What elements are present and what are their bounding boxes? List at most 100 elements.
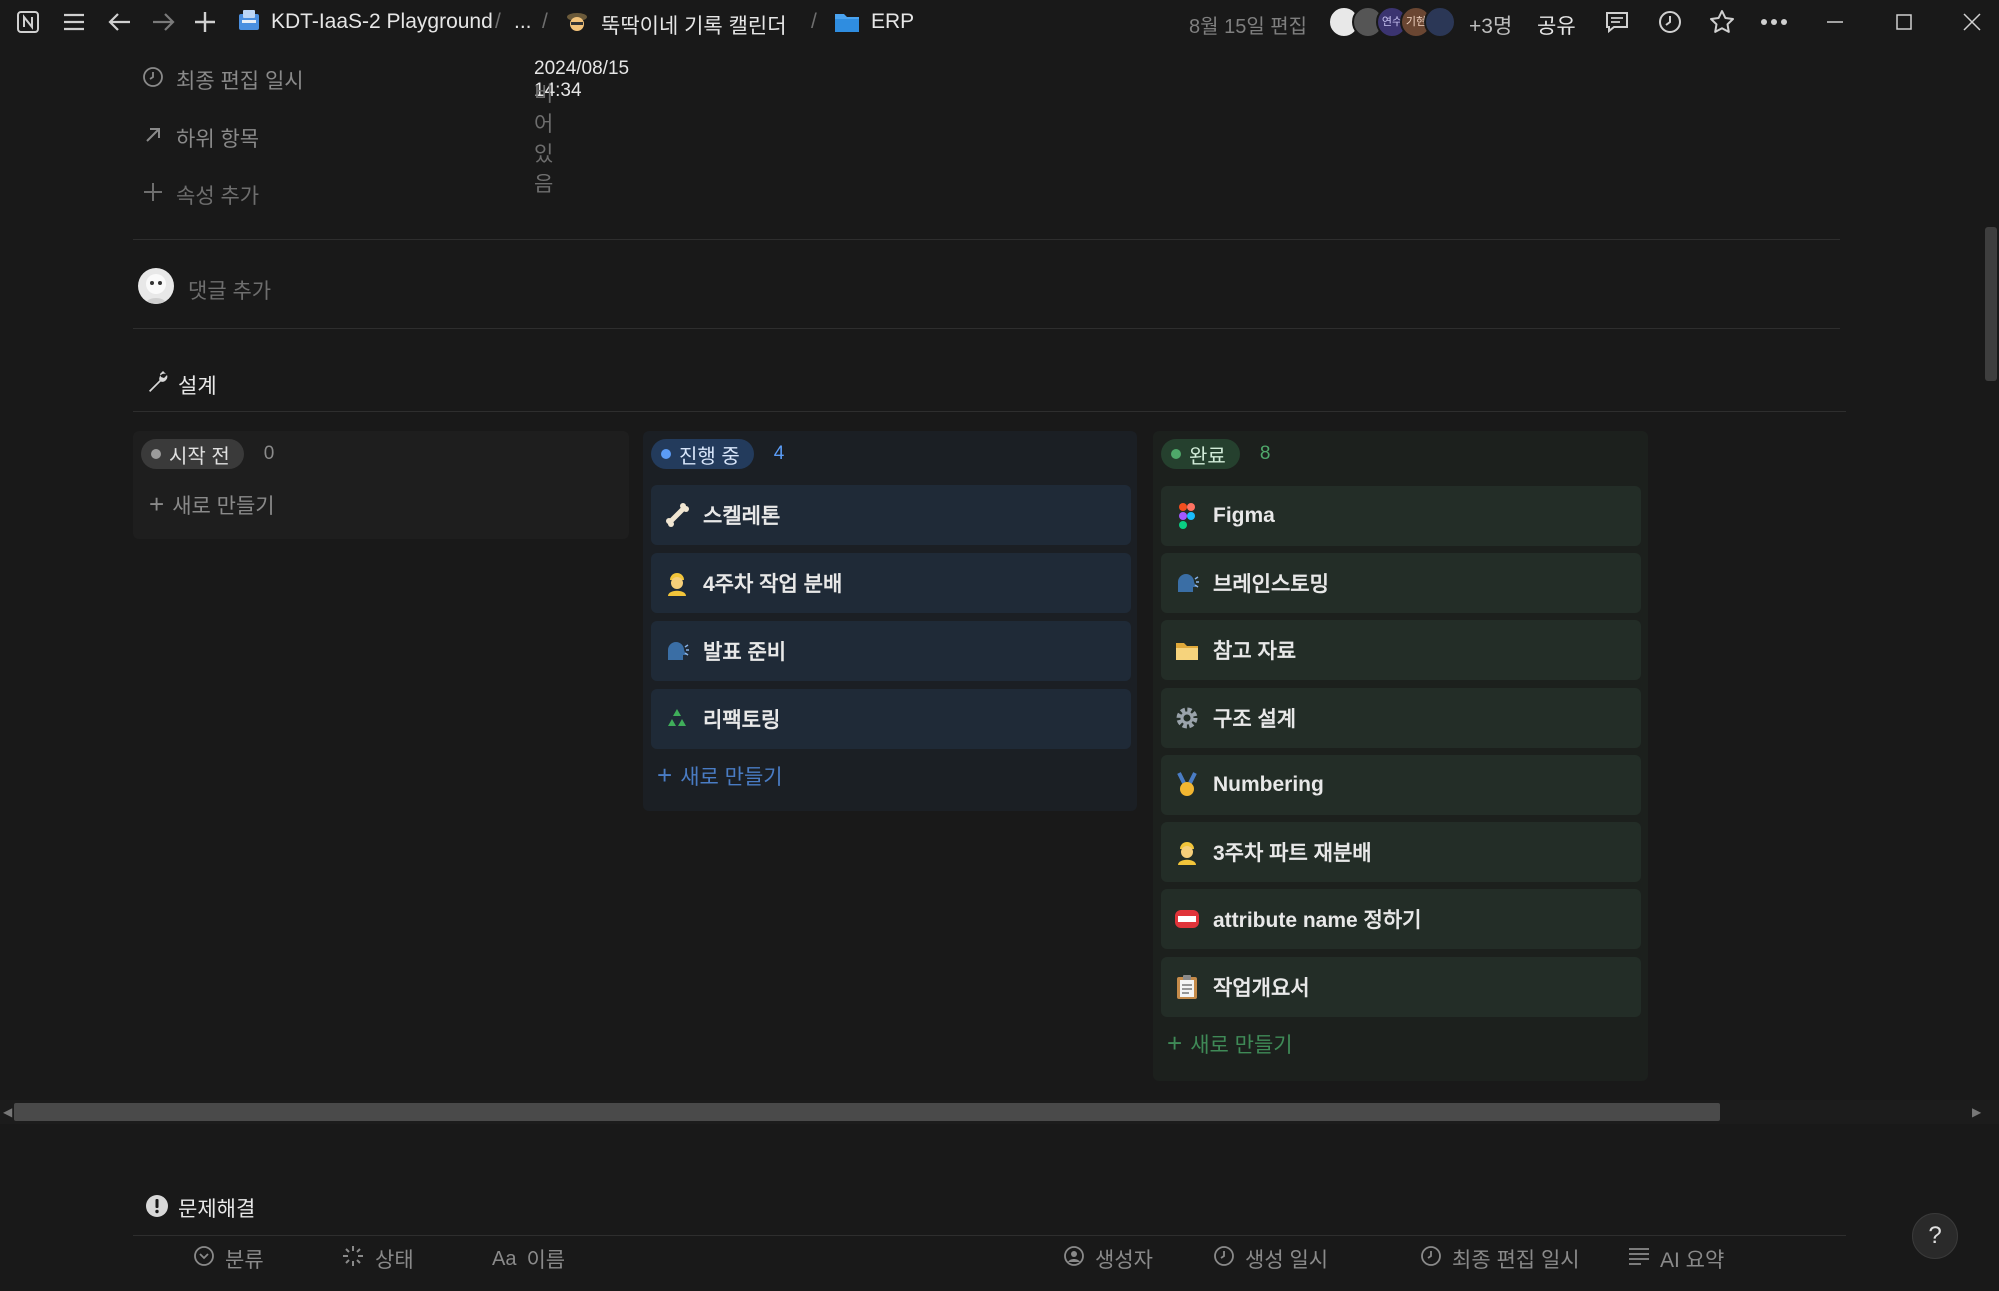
breadcrumb-calendar[interactable]: 뚝딱이네 기록 캘린더 — [601, 10, 787, 40]
person-circle-icon — [1063, 1245, 1085, 1273]
status-badge[interactable]: 완료 — [1161, 439, 1240, 469]
board-card[interactable]: 발표 준비 — [651, 621, 1131, 681]
table-header-ai-summary[interactable]: AI 요약 — [1628, 1244, 1724, 1274]
clock-icon — [1213, 1245, 1235, 1273]
comment-input[interactable]: 댓글 추가 — [188, 275, 271, 305]
share-button[interactable]: 공유 — [1537, 10, 1576, 40]
plus-icon — [140, 182, 166, 208]
add-property-button[interactable]: 속성 추가 — [140, 175, 259, 215]
menu-icon[interactable] — [58, 6, 90, 38]
vertical-scrollbar-thumb[interactable] — [1985, 227, 1997, 381]
speaking-head-icon — [1173, 569, 1201, 597]
breadcrumb-separator: / — [495, 10, 501, 33]
spy-emoji-icon — [564, 8, 590, 34]
board-card[interactable]: Numbering — [1161, 755, 1641, 815]
avatar — [138, 268, 174, 304]
horizontal-scrollbar-thumb[interactable] — [14, 1103, 1720, 1121]
status-dot — [1171, 449, 1181, 459]
table-header-last-edited[interactable]: 최종 편집 일시 — [1420, 1244, 1580, 1274]
more-dots-icon[interactable] — [1758, 6, 1790, 38]
board-card[interactable]: 리팩토링 — [651, 689, 1131, 749]
board-card[interactable]: attribute name 정하기 — [1161, 889, 1641, 949]
more-people-count[interactable]: +3명 — [1469, 10, 1512, 40]
board-column-in-progress: 진행 중 4 스켈레톤 4주차 작업 분배 발표 준비 리팩토링 + 새로 만들… — [643, 431, 1137, 811]
board-column-done: 완료 8 Figma 브레인스토밍 참고 자료 구조 설계 Numbering — [1153, 431, 1648, 1081]
help-button[interactable]: ? — [1912, 1213, 1958, 1259]
board-card[interactable]: 4주차 작업 분배 — [651, 553, 1131, 613]
breadcrumb-workspace[interactable]: KDT-IaaS-2 Playground — [271, 10, 493, 34]
board-card[interactable]: 구조 설계 — [1161, 688, 1641, 748]
divider — [133, 239, 1840, 240]
board-card[interactable]: 작업개요서 — [1161, 957, 1641, 1017]
column-count: 8 — [1259, 443, 1271, 464]
worker-icon — [663, 569, 691, 597]
table-header-name[interactable]: Aa 이름 — [492, 1244, 565, 1274]
minimize-window-icon[interactable] — [1819, 6, 1851, 38]
divider — [133, 1235, 1846, 1236]
breadcrumb-erp[interactable]: ERP — [871, 10, 914, 34]
forward-arrow-icon[interactable] — [147, 6, 179, 38]
medal-icon — [1173, 771, 1201, 799]
scroll-left-arrow-icon[interactable]: ◀ — [3, 1105, 12, 1119]
property-last-edited[interactable]: 최종 편집 일시 2024/08/15 14:34 — [140, 58, 629, 101]
comment-icon[interactable] — [1601, 6, 1633, 38]
clock-icon — [140, 66, 166, 94]
table-header-creator[interactable]: 생성자 — [1063, 1244, 1153, 1274]
avatar[interactable] — [1424, 6, 1456, 38]
maximize-window-icon[interactable] — [1888, 6, 1920, 38]
property-value-empty[interactable]: 비어 있음 — [534, 78, 553, 198]
board-card[interactable]: 참고 자료 — [1161, 620, 1641, 680]
clipboard-icon — [1173, 973, 1201, 1001]
new-card-button[interactable]: + 새로 만들기 — [657, 760, 783, 791]
board-card[interactable]: 스켈레톤 — [651, 485, 1131, 545]
text-lines-icon — [1628, 1247, 1650, 1271]
chevron-circle-icon — [193, 1245, 215, 1273]
breadcrumb-ellipsis[interactable]: ... — [514, 10, 532, 34]
new-card-button[interactable]: + 새로 만들기 — [1167, 1028, 1293, 1059]
folder-icon — [833, 10, 861, 34]
table-header-status[interactable]: 상태 — [341, 1244, 414, 1274]
history-clock-icon[interactable] — [1654, 6, 1686, 38]
divider — [133, 328, 1840, 329]
divider — [133, 411, 1846, 412]
name-badge-icon — [1173, 905, 1201, 933]
clock-icon — [1420, 1245, 1442, 1273]
breadcrumb-separator: / — [542, 10, 548, 33]
column-header: 진행 중 4 — [651, 439, 784, 469]
new-card-button[interactable]: + 새로 만들기 — [149, 489, 275, 520]
property-label: 하위 항목 — [176, 128, 260, 151]
workspace-icon — [236, 8, 262, 34]
plus-icon: + — [1167, 1028, 1183, 1058]
column-count: 0 — [263, 443, 275, 464]
text-type-icon: Aa — [492, 1247, 517, 1270]
board-card[interactable]: 브레인스토밍 — [1161, 553, 1641, 613]
section-title-design[interactable]: 설계 — [178, 370, 217, 400]
status-badge[interactable]: 시작 전 — [141, 439, 244, 469]
loading-sparkle-icon — [341, 1244, 365, 1274]
arrow-up-right-icon — [140, 125, 166, 151]
folder-icon — [1173, 636, 1201, 664]
close-window-icon[interactable] — [1956, 6, 1988, 38]
top-bar: KDT-IaaS-2 Playground / ... / 뚝딱이네 기록 캘린… — [0, 0, 1999, 44]
table-header-created[interactable]: 생성 일시 — [1213, 1244, 1328, 1274]
column-header: 완료 8 — [1161, 439, 1270, 469]
property-label: 최종 편집 일시 — [176, 70, 304, 93]
breadcrumb-separator: / — [811, 10, 817, 33]
column-count: 4 — [773, 443, 785, 464]
worker-icon — [1173, 838, 1201, 866]
new-page-plus-icon[interactable] — [189, 6, 221, 38]
board-card[interactable]: 3주차 파트 재분배 — [1161, 822, 1641, 882]
section-title-problem[interactable]: 문제해결 — [178, 1193, 255, 1223]
plus-icon: + — [149, 489, 165, 519]
notion-logo-icon[interactable] — [12, 6, 44, 38]
property-sub-items[interactable]: 하위 항목 비어 있음 — [140, 83, 553, 196]
star-icon[interactable] — [1706, 6, 1738, 38]
speaking-head-icon — [663, 637, 691, 665]
table-header-category[interactable]: 분류 — [193, 1244, 264, 1274]
board-column-not-started: 시작 전 0 + 새로 만들기 — [133, 431, 629, 539]
scroll-right-arrow-icon[interactable]: ▶ — [1972, 1105, 1981, 1119]
board-card[interactable]: Figma — [1161, 486, 1641, 546]
status-badge[interactable]: 진행 중 — [651, 439, 754, 469]
back-arrow-icon[interactable] — [104, 6, 136, 38]
status-dot — [151, 449, 161, 459]
